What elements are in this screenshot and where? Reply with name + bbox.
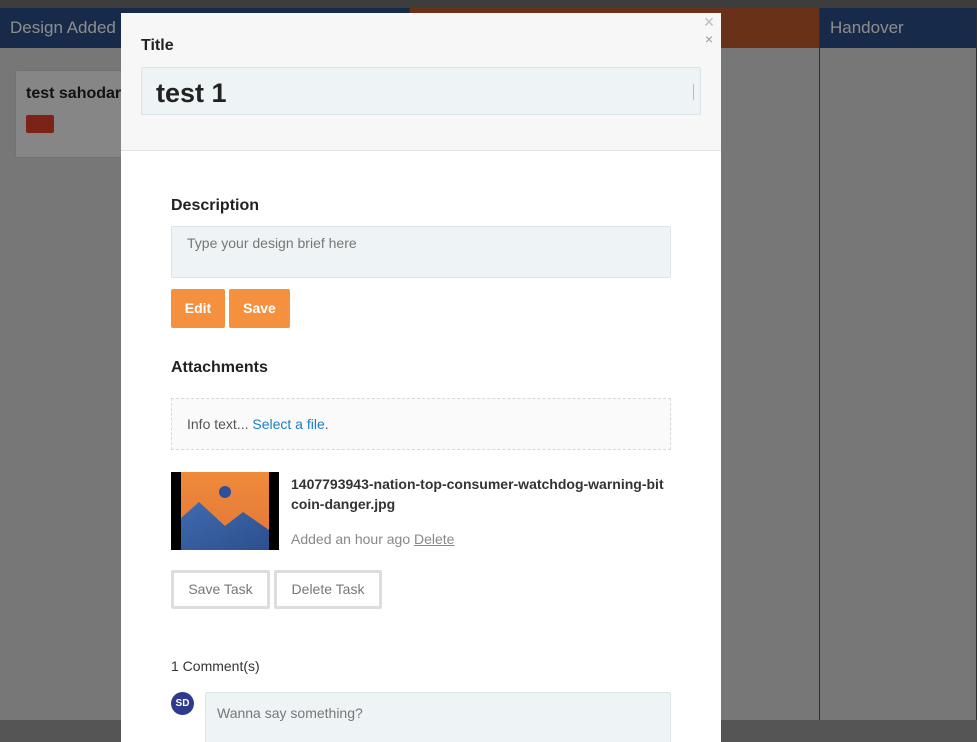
attachment-added-time: Added an hour ago: [291, 531, 411, 547]
delete-attachment-link[interactable]: Delete: [414, 531, 454, 547]
close-icon[interactable]: × ×: [701, 13, 717, 51]
image-placeholder-icon: [181, 472, 269, 550]
file-dropzone[interactable]: Info text... Select a file.: [171, 398, 671, 450]
description-input[interactable]: Type your design brief here: [171, 226, 671, 278]
description-label: Description: [171, 197, 260, 214]
save-task-button[interactable]: Save Task: [171, 570, 270, 609]
title-value: test 1: [156, 78, 227, 108]
comment-input[interactable]: Wanna say something?: [205, 692, 671, 742]
modal-header: × × Title test 1: [121, 13, 721, 151]
attachments-label: Attachments: [171, 359, 268, 376]
attachment-file-name: 1407793943-nation-top-consumer-watchdog-…: [291, 476, 664, 512]
title-input[interactable]: test 1: [141, 67, 701, 115]
delete-task-button[interactable]: Delete Task: [274, 570, 382, 609]
task-modal: × × Title test 1 Description Type your d…: [121, 13, 721, 742]
comments-count: 1 Comment(s): [171, 658, 260, 674]
dropzone-suffix: .: [324, 416, 329, 432]
dropzone-info: Info text...: [187, 416, 249, 432]
title-label: Title: [141, 37, 174, 54]
save-button[interactable]: Save: [229, 289, 290, 328]
edit-button[interactable]: Edit: [171, 289, 225, 328]
text-caret: [693, 84, 694, 100]
attachment-meta: Added an hour ago Delete: [291, 531, 454, 547]
attachment-thumbnail[interactable]: [171, 472, 279, 550]
avatar: SD: [171, 692, 194, 715]
select-file-link[interactable]: Select a file: [252, 416, 324, 432]
